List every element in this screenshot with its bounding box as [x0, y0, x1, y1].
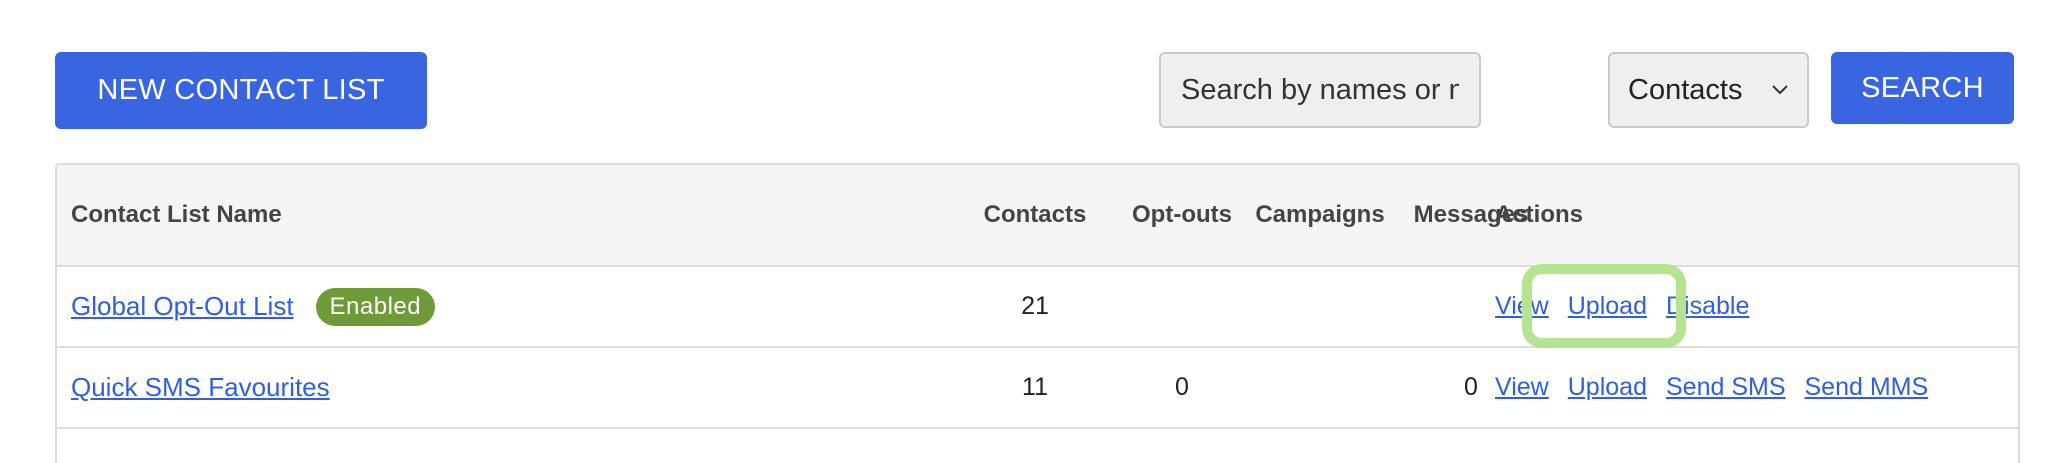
send-sms-link[interactable]: Send SMS: [1666, 373, 1786, 402]
search-filter-value: Contacts: [1628, 73, 1743, 106]
view-link[interactable]: View: [1495, 292, 1549, 321]
header-contacts: Contacts: [983, 201, 1087, 228]
contacts-count: 21: [1021, 292, 1049, 320]
send-mms-link[interactable]: Send MMS: [1805, 373, 1929, 402]
name-cell: Quick SMS Favourites: [71, 348, 330, 427]
actions-cell: View Upload Disable: [1495, 267, 1768, 346]
header-contact-list-name: Contact List Name: [71, 201, 282, 228]
name-cell: Global Opt-Out List Enabled: [71, 267, 436, 346]
contact-lists-table: Contact List Name Contacts Opt-outs Camp…: [55, 163, 2020, 463]
table-row: Quick SMS Favourites 11 0 0 View Upload …: [57, 348, 2018, 429]
contact-list-link[interactable]: Quick SMS Favourites: [71, 372, 330, 403]
table-header: Contact List Name Contacts Opt-outs Camp…: [57, 165, 2018, 267]
disable-link[interactable]: Disable: [1666, 292, 1749, 321]
opt-outs-count: 0: [1175, 373, 1189, 401]
status-badge: Enabled: [315, 287, 436, 326]
table-row: Global Opt-Out List Enabled 21 View Uplo…: [57, 267, 2018, 348]
upload-link[interactable]: Upload: [1568, 292, 1647, 321]
header-actions: Actions: [1495, 201, 1584, 228]
chevron-down-icon: [1771, 84, 1789, 96]
contact-list-link[interactable]: Global Opt-Out List: [71, 291, 294, 322]
search-button[interactable]: SEARCH: [1831, 52, 2014, 124]
upload-link[interactable]: Upload: [1568, 373, 1647, 402]
new-contact-list-button[interactable]: NEW CONTACT LIST: [55, 52, 427, 129]
contacts-count: 11: [1022, 373, 1048, 401]
search-filter-select[interactable]: Contacts: [1608, 52, 1809, 128]
header-campaigns: Campaigns: [1255, 201, 1385, 228]
header-opt-outs: Opt-outs: [1132, 201, 1232, 228]
view-link[interactable]: View: [1495, 373, 1549, 402]
actions-cell: View Upload Send SMS Send MMS: [1495, 348, 1947, 427]
search-input[interactable]: [1159, 52, 1481, 128]
